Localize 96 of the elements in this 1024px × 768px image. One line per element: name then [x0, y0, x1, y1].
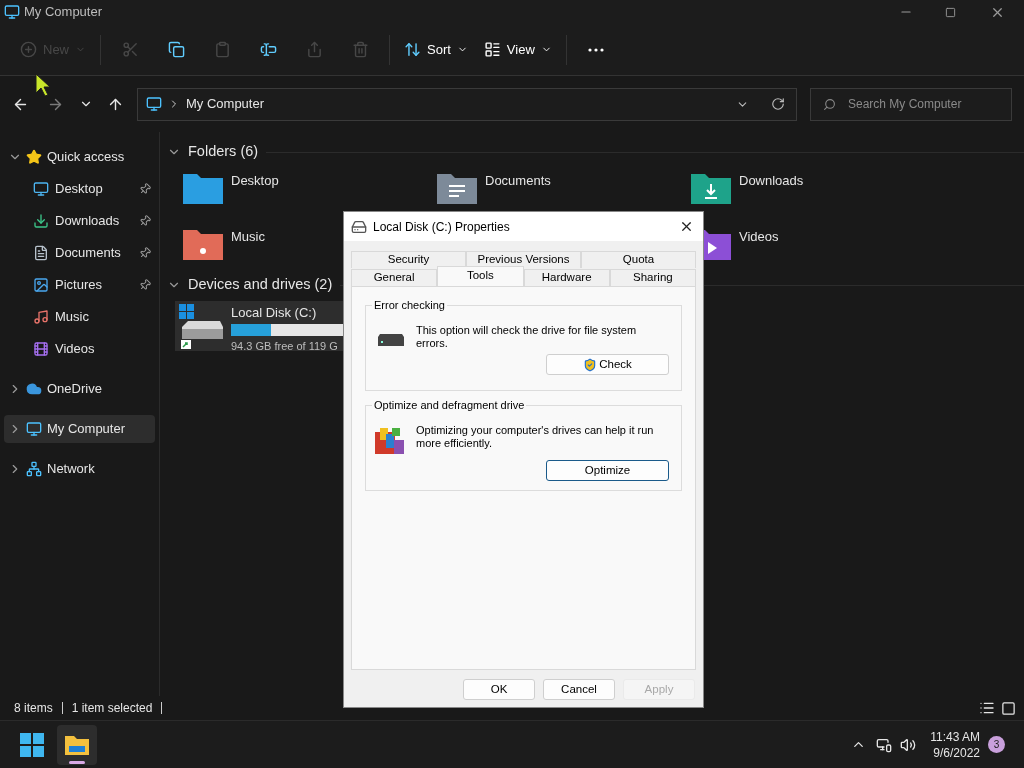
sidebar-label: Documents [55, 244, 122, 263]
monitor-icon [26, 421, 42, 437]
section-heading: Folders (6) [188, 142, 259, 162]
search-icon [823, 97, 836, 111]
volume-icon[interactable] [900, 736, 917, 753]
folder-name: Music [231, 228, 265, 246]
taskbar-app[interactable] [57, 724, 97, 765]
trash-icon [351, 41, 369, 58]
drive-name: Local Disk (C:) [231, 304, 317, 322]
sidebar-item[interactable]: Network [4, 455, 155, 483]
sidebar-label: Videos [55, 340, 96, 359]
sidebar-label: My Computer [47, 420, 127, 439]
details-view-icon[interactable] [979, 700, 995, 716]
sidebar-item[interactable]: My Computer [4, 415, 155, 443]
star-icon [26, 149, 42, 165]
address-bar[interactable]: My Computer [137, 87, 797, 121]
folder-name: Downloads [739, 172, 804, 190]
status-text: 1 item selected [71, 700, 153, 717]
sidebar-item[interactable]: Downloads [4, 207, 155, 235]
folder-tile[interactable]: Documents [435, 170, 689, 214]
rename-icon [259, 41, 277, 58]
toolbar-button[interactable]: Sort [396, 32, 476, 67]
address-path: My Computer [186, 95, 265, 114]
folder-tile[interactable]: Desktop [181, 170, 435, 214]
folder-name: Desktop [231, 172, 279, 190]
status-text: 8 items [14, 700, 53, 717]
sidebar-item[interactable]: Quick access [4, 143, 155, 171]
sort-icon [404, 41, 421, 58]
film-icon [33, 341, 49, 357]
sidebar-label: OneDrive [47, 380, 103, 399]
tiles-view-icon[interactable] [1001, 700, 1016, 716]
folder-name: Documents [485, 172, 551, 190]
restore-icon[interactable] [945, 6, 956, 18]
sidebar-label: Quick access [47, 148, 126, 167]
shield-icon [583, 357, 598, 372]
copy-icon [167, 41, 185, 58]
dialog-tab[interactable]: Sharing [609, 269, 696, 286]
dialog-tab[interactable]: Quota [581, 251, 696, 268]
dialog-title: Local Disk (C:) Properties [373, 218, 510, 236]
section-heading: Devices and drives (2) [188, 275, 333, 295]
drive-icon [178, 303, 224, 349]
check-button[interactable]: Check [546, 354, 669, 375]
sidebar-item[interactable]: Documents [4, 239, 155, 267]
dialog-tab[interactable]: Tools [437, 266, 524, 286]
active-indicator [69, 760, 85, 764]
dialog-tab[interactable]: Security [351, 251, 466, 268]
toolbar-button[interactable]: View [475, 32, 560, 67]
sidebar-item[interactable]: Music [4, 303, 155, 331]
notification-badge[interactable]: 3 [988, 736, 1005, 753]
plus-circle-icon [20, 41, 37, 58]
sidebar-item[interactable]: OneDrive [4, 375, 155, 403]
group-description: Optimizing your computer's drives can help it run more efficiently. [416, 424, 655, 450]
sidebar-item[interactable]: Pictures [4, 271, 155, 299]
window-title: My Computer [24, 3, 103, 22]
sidebar-item[interactable]: Desktop [4, 175, 155, 203]
picture-icon [33, 277, 49, 293]
folder-tile[interactable]: Downloads [689, 170, 943, 214]
dialog-tab[interactable]: Hardware [523, 269, 610, 286]
close-icon[interactable] [679, 219, 694, 234]
monitor-icon [4, 4, 20, 20]
refresh-icon[interactable] [771, 97, 785, 111]
document-icon [33, 245, 49, 261]
group-title: Error checking [372, 298, 447, 312]
network-status-icon[interactable] [876, 736, 893, 753]
optimize-button[interactable]: Optimize [546, 460, 669, 481]
search-input[interactable]: Search My Computer [848, 95, 998, 113]
monitor-icon [146, 96, 162, 112]
windows-logo-icon [20, 732, 44, 757]
sidebar-item[interactable]: Videos [4, 335, 155, 363]
list-view-icon [483, 41, 501, 58]
drive-icon [376, 333, 406, 347]
share-icon [305, 41, 323, 58]
dialog-button[interactable]: OK [463, 679, 535, 700]
dialog-button[interactable]: Cancel [543, 679, 615, 700]
sidebar-label: Desktop [55, 180, 104, 199]
desktop-icon [33, 181, 49, 197]
network-icon [26, 461, 42, 477]
sidebar-label: Music [55, 308, 90, 327]
cloud-icon [26, 381, 42, 397]
drive-free-space: 94.3 GB free of 119 G [231, 338, 338, 354]
music-note-icon [33, 309, 49, 325]
more-icon [587, 47, 604, 52]
sidebar-label: Pictures [55, 276, 103, 295]
clipboard-icon [213, 41, 231, 58]
search-field[interactable]: Search My Computer [810, 87, 1012, 121]
download-icon [33, 213, 49, 229]
sidebar-label: Downloads [55, 212, 121, 231]
folder-name: Videos [739, 228, 779, 246]
dialog-tab[interactable]: Previous Versions [466, 251, 581, 268]
dialog-tab[interactable]: General [351, 269, 438, 286]
group-title: Optimize and defragment drive [372, 398, 527, 412]
folder-icon [64, 733, 90, 756]
scissors-icon [121, 41, 139, 58]
clock[interactable]: 11:43 AM 9/6/2022 [930, 728, 980, 761]
sidebar-label: Network [47, 460, 96, 479]
drive-icon [351, 218, 367, 235]
